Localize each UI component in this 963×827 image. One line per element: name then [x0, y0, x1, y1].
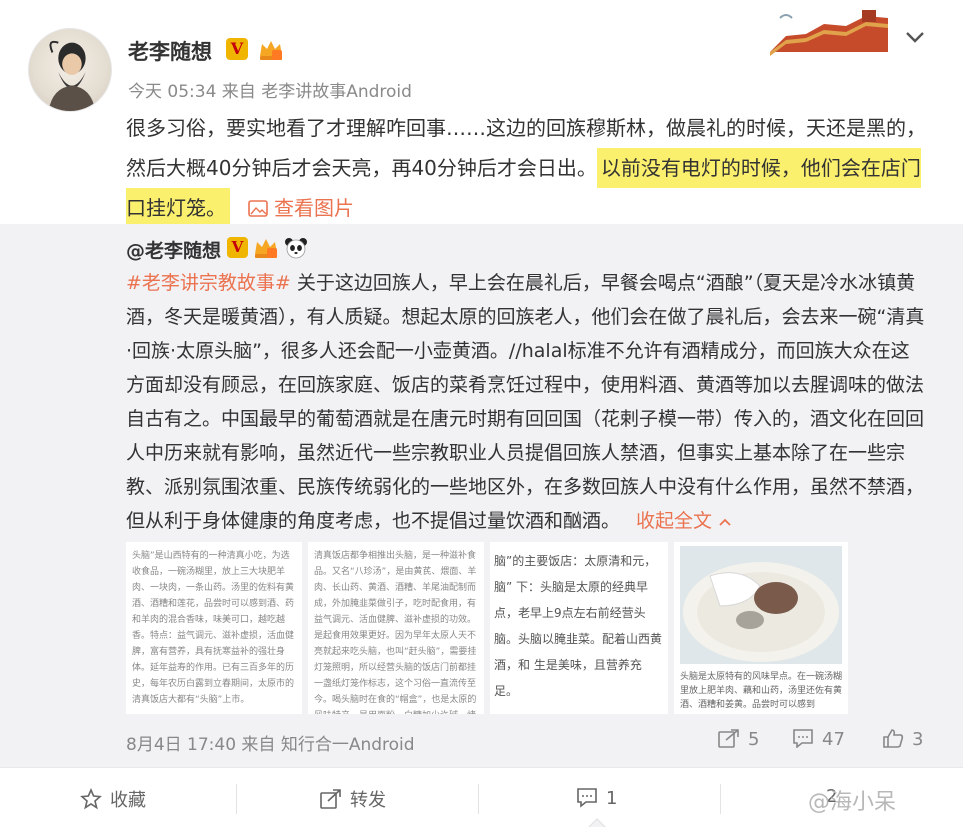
reposted-weibo: @老李随想 V #老李讲宗教故事# 关于这边回族人，早上会在晨礼后，早餐会喝点“… [0, 224, 963, 767]
star-icon [80, 787, 102, 810]
great-wall-decoration-icon [766, 6, 892, 56]
divider [720, 784, 721, 814]
repost-meta: 8月4日 17:40 来自 知行合一Android [126, 735, 415, 755]
food-photo [680, 546, 842, 664]
favorite-label: 收藏 [110, 790, 146, 811]
view-picture-link[interactable]: 查看图片 [248, 196, 354, 220]
thumbnail-caption: 头脑是太原特有的风味早点。在一碗汤糊里放上肥羊肉、藕和山药，汤里还佐有黄酒、酒糟… [680, 672, 843, 710]
active-tab-caret-icon [588, 818, 606, 827]
member-crown-icon[interactable] [258, 38, 284, 62]
thumbnail-image[interactable]: 清真饭店都争相推出头脑，是一种滋补食品。又名“八珍汤”，是由黄芪、煨面、羊肉、长… [308, 542, 484, 714]
thumbs-up-icon [883, 729, 904, 748]
collapse-label: 收起全文 [636, 510, 713, 532]
comment-icon [577, 788, 597, 808]
thumbnail-image[interactable]: 脑”的主要饭店：太原清和元，脑” 下：头脑是太原的经典早点，老早上9点左右前经营… [490, 542, 668, 714]
post-meta: 今天 05:34 来自 老李讲故事Android [128, 82, 412, 102]
repost-username[interactable]: @老李随想 [126, 236, 221, 263]
post-username[interactable]: 老李随想 [128, 36, 212, 66]
repost-text: 关于这边回族人，早上会在晨礼后，早餐会喝点“酒酿”（夏天是冷水冰镇黄酒，冬天是暖… [126, 272, 925, 532]
image-thumbnails: 头脑”是山西特有的一种清真小吃，为选收食品，一碗汤糊里，放上三大块肥羊肉、一块肉… [126, 542, 848, 714]
thumbnail-image[interactable]: 头脑”是山西特有的一种清真小吃，为选收食品，一碗汤糊里，放上三大块肥羊肉、一块肉… [126, 542, 302, 714]
avatar[interactable] [28, 28, 112, 112]
view-picture-label: 查看图片 [274, 196, 354, 220]
comment-button[interactable]: 1 [576, 786, 617, 809]
repost-share-button[interactable]: 5 [718, 728, 759, 750]
thumbnail-text: 头脑”是山西特有的一种清真小吃，为选收食品，一碗汤糊里，放上三大块肥羊肉、一块肉… [132, 551, 295, 705]
forward-icon [320, 789, 341, 809]
repost-content: #老李讲宗教故事# 关于这边回族人，早上会在晨礼后，早餐会喝点“酒酿”（夏天是冷… [126, 266, 926, 538]
verified-badge-icon: V [227, 237, 248, 258]
divider [236, 784, 237, 814]
hashtag-link[interactable]: #老李讲宗教故事# [126, 272, 291, 294]
panda-icon[interactable] [284, 236, 308, 260]
verified-badge-icon: V [226, 38, 248, 60]
favorite-button[interactable]: 收藏 [80, 786, 146, 812]
forward-label: 转发 [350, 790, 386, 811]
member-crown-icon[interactable] [253, 236, 279, 260]
post-content: 很多习俗，要实地看了才理解咋回事……这边的回族穆斯林，做晨礼的时候，天还是黑的，… [126, 108, 926, 228]
comment-count: 1 [606, 788, 618, 809]
thumbnail-text: 脑”的主要饭店：太原清和元，脑” 下：头脑是太原的经典早点，老早上9点左右前经营… [494, 554, 663, 698]
picture-icon [248, 190, 268, 217]
repost-like-button[interactable]: 3 [882, 728, 923, 750]
share-icon [718, 729, 739, 748]
collapse-full-text-link[interactable]: 收起全文 [636, 510, 732, 532]
watermark: @海小呆 [808, 790, 897, 815]
action-bar: 收藏 转发 1 2 @海小呆 [0, 767, 963, 827]
share-count: 5 [748, 729, 760, 750]
comment-icon [793, 729, 813, 749]
chevron-up-icon [719, 518, 731, 526]
chevron-down-icon[interactable] [900, 26, 930, 48]
thumbnail-text: 清真饭店都争相推出头脑，是一种滋补食品。又名“八珍汤”，是由黄芪、煨面、羊肉、长… [314, 551, 477, 714]
divider [478, 784, 479, 814]
forward-button[interactable]: 转发 [320, 786, 386, 812]
comment-count: 47 [822, 729, 845, 750]
like-count: 3 [912, 729, 924, 750]
thumbnail-image[interactable]: 头脑是太原特有的风味早点。在一碗汤糊里放上肥羊肉、藕和山药，汤里还佐有黄酒、酒糟… [674, 542, 848, 714]
repost-comment-button[interactable]: 47 [792, 728, 845, 750]
